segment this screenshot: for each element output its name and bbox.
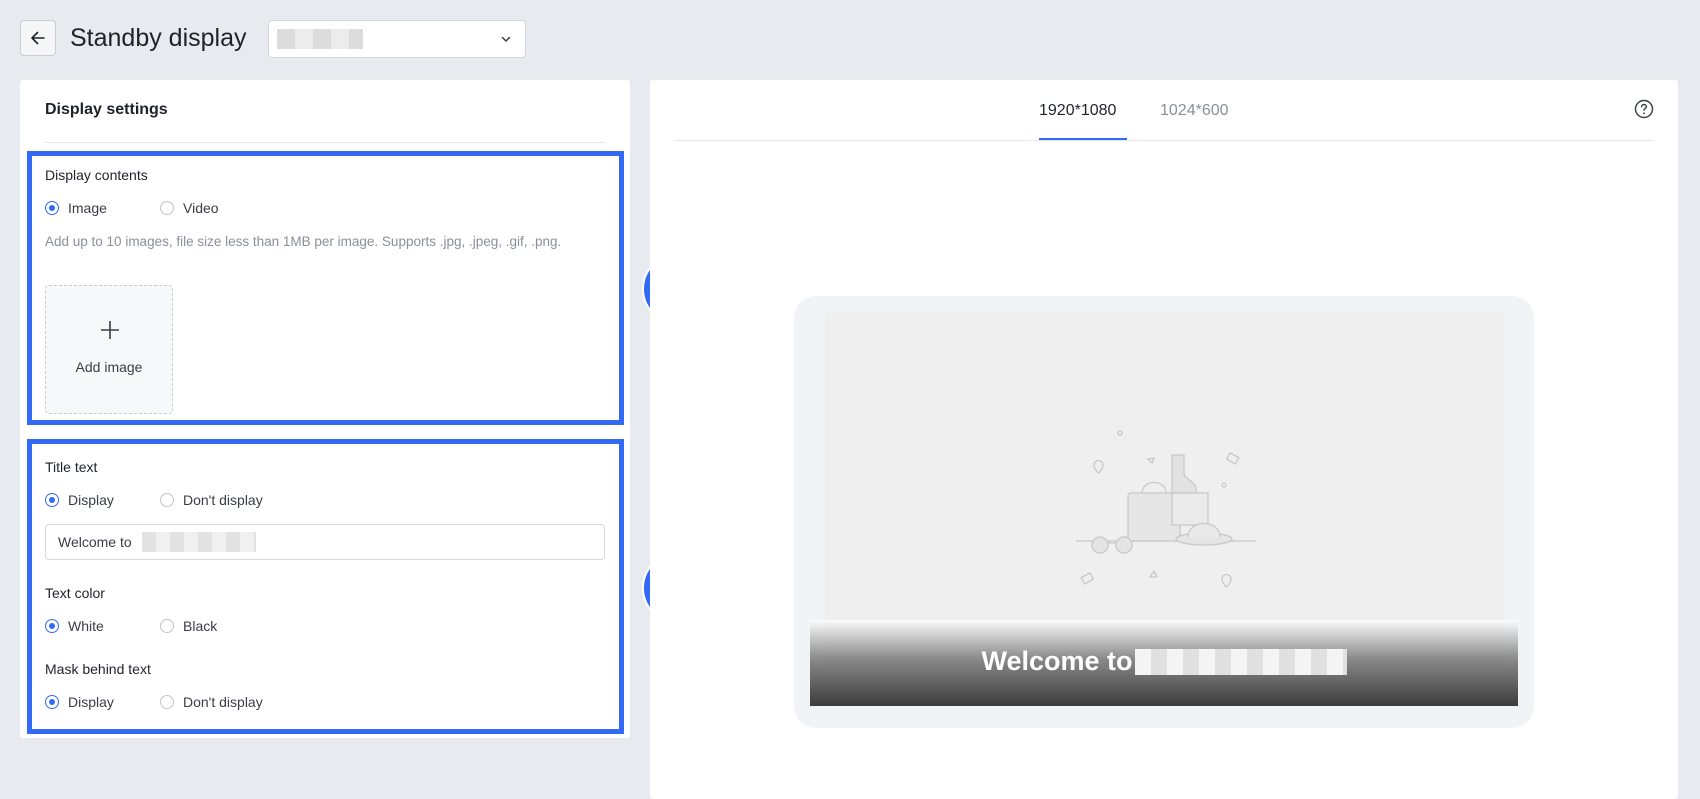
add-image-label: Add image [75,359,143,375]
text-color-radio-group: White Black [45,618,217,634]
back-arrow-icon [31,31,45,45]
store-name-redacted [1134,648,1347,675]
tab-1920x1080[interactable]: 1920*1080 [1039,102,1116,120]
radio-unchecked-icon [160,695,174,709]
add-image-button[interactable]: Add image [45,285,173,414]
radio-white[interactable]: White [45,618,160,634]
display-contents-label: Display contents [45,167,148,183]
radio-checked-icon [45,695,59,709]
radio-image[interactable]: Image [45,200,160,216]
tab-1024x600[interactable]: 1024*600 [1160,102,1229,120]
radio-unchecked-icon [160,201,174,215]
tabs-divider [674,140,1654,141]
radio-checked-icon [45,493,59,507]
device-preview: Welcome to [794,296,1534,728]
radio-mask-display[interactable]: Display [45,694,160,710]
shopping-illustration [1076,430,1256,588]
title-input-value: Welcome to [58,534,132,550]
radio-label: Display [68,694,114,710]
mask-radio-group: Display Don't display [45,694,263,710]
display-contents-radio-group: Image Video [45,200,219,216]
preview-welcome-text: Welcome to [810,646,1518,677]
chevron-down-icon [501,36,511,42]
radio-unchecked-icon [160,493,174,507]
radio-title-display[interactable]: Display [45,492,160,508]
radio-video[interactable]: Video [160,200,219,216]
panel-title: Display settings [45,101,168,118]
mask-label: Mask behind text [45,661,151,677]
highlight-title-settings [27,439,624,734]
display-settings-panel: Display settings Display contents Image … [20,80,630,738]
page-title: Standby display [70,24,247,52]
radio-black[interactable]: Black [160,618,217,634]
radio-mask-dont-display[interactable]: Don't display [160,694,263,710]
upload-hint: Add up to 10 images, file size less than… [45,234,562,249]
text-color-label: Text color [45,585,105,601]
radio-title-dont-display[interactable]: Don't display [160,492,263,508]
preview-panel: 1920*1080 1024*600 Welcome to [650,80,1678,799]
radio-label: Don't display [183,694,263,710]
store-name-redacted [142,532,256,552]
radio-checked-icon [45,619,59,633]
store-select[interactable] [268,20,526,58]
radio-unchecked-icon [160,619,174,633]
radio-label: Display [68,492,114,508]
radio-label: Black [183,618,218,634]
title-text-radio-group: Display Don't display [45,492,263,508]
radio-label: Don't display [183,492,263,508]
title-text-input[interactable]: Welcome to [45,524,605,560]
plus-icon [101,321,119,339]
text-mask: Welcome to [810,620,1518,706]
preview-title: Welcome to [981,646,1133,676]
radio-label: White [68,618,104,634]
back-button[interactable] [20,20,56,56]
title-text-label: Title text [45,459,98,475]
store-name-redacted [277,29,363,49]
divider [45,142,605,143]
radio-label: Video [183,200,219,216]
help-circle-icon[interactable] [1634,99,1654,119]
radio-checked-icon [45,201,59,215]
radio-label: Image [68,200,107,216]
active-tab-indicator [1039,138,1127,140]
